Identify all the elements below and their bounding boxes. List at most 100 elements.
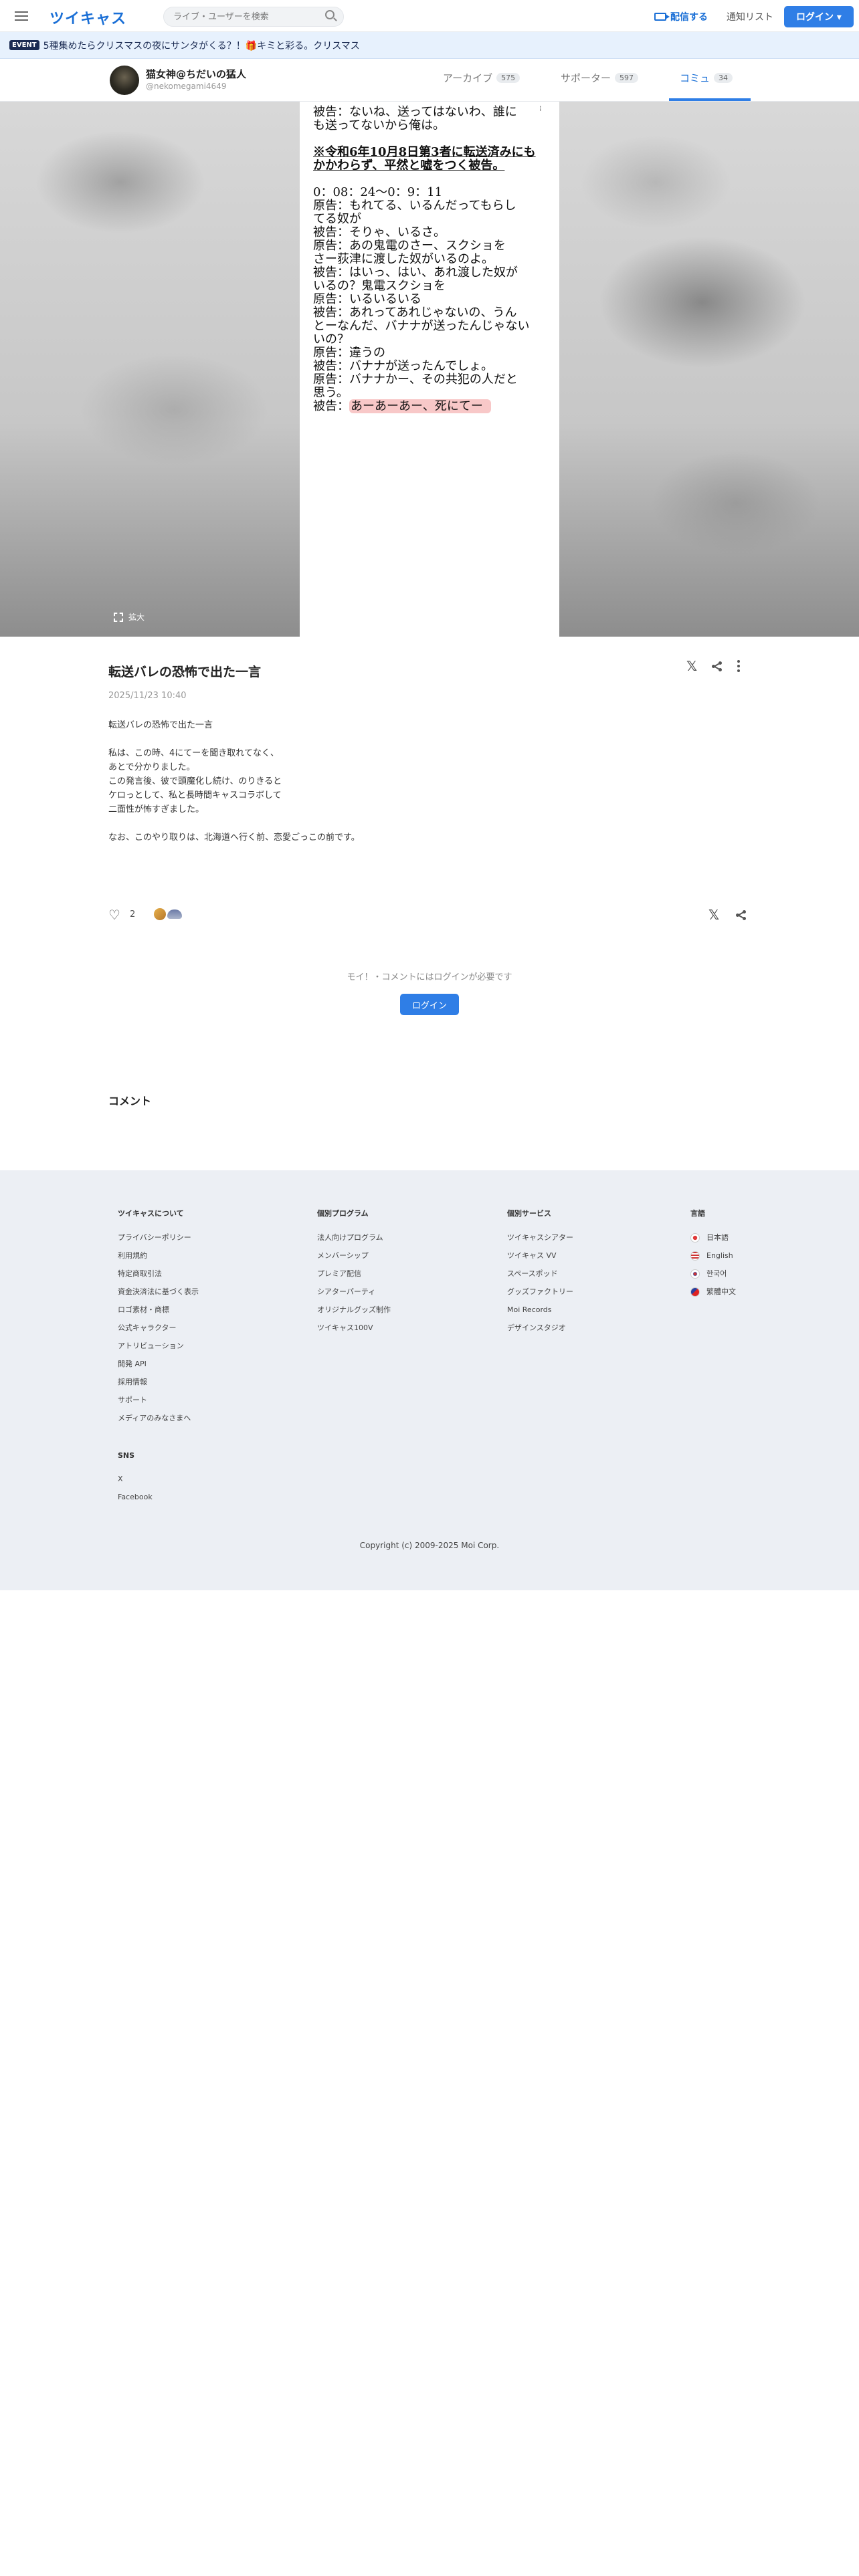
footer-sns-title: SNS bbox=[118, 1451, 135, 1460]
share-icon[interactable] bbox=[712, 661, 723, 671]
search-input[interactable] bbox=[163, 7, 344, 27]
transcript-line: 被告：バナナが送ったんでしょ。 bbox=[313, 359, 494, 373]
image-corner-mark: ⁞ bbox=[539, 104, 542, 113]
footer-link[interactable]: 開発 API bbox=[118, 1360, 199, 1369]
footer-link[interactable]: ツイキャス100V bbox=[317, 1323, 391, 1333]
transcript-line: 原告：バナナかー、その共犯の人だと bbox=[313, 372, 518, 387]
transcript-line: 原告：違うの bbox=[313, 346, 385, 360]
camera-icon bbox=[654, 13, 670, 21]
tab-community[interactable]: コミュ 34 bbox=[680, 71, 733, 85]
post-paragraph: なお、このやり取りは、北海道へ行く前、恋愛ごっこの前です。 bbox=[108, 831, 510, 845]
language-option-ja[interactable]: 日本語 bbox=[690, 1233, 736, 1243]
footer-column-title: 言語 bbox=[690, 1209, 705, 1218]
transcript-line: 被告：あれってあれじゃないの、うん bbox=[313, 306, 517, 320]
us-flag-icon bbox=[690, 1251, 700, 1261]
menu-icon[interactable] bbox=[13, 8, 29, 24]
expand-button[interactable]: 拡大 bbox=[114, 611, 145, 623]
tab-label: コミュ bbox=[680, 72, 710, 84]
user-id: @nekomegami4649 bbox=[146, 82, 227, 91]
notify-list-link[interactable]: 通知リスト bbox=[727, 10, 773, 23]
language-option-en[interactable]: English bbox=[690, 1251, 736, 1261]
footer-link[interactable]: 資金決済法に基づく表示 bbox=[118, 1287, 199, 1297]
footer-column-title: ツイキャスについて bbox=[118, 1209, 184, 1218]
heart-icon[interactable]: ♡ bbox=[108, 908, 120, 922]
footer-link[interactable]: 利用規約 bbox=[118, 1251, 199, 1261]
footer-sns-x[interactable]: X bbox=[118, 1475, 199, 1484]
post-line: ケロっとして、私と長時間キャスコラボして bbox=[108, 790, 282, 800]
footer-link[interactable]: 公式キャラクター bbox=[118, 1323, 199, 1333]
footer-link[interactable]: Moi Records bbox=[507, 1305, 573, 1315]
comments-heading: コメント bbox=[108, 1095, 152, 1107]
transcript-line: 被告：ないね、送ってはないわ、誰に bbox=[313, 105, 517, 119]
tab-label: サポーター bbox=[561, 72, 611, 84]
footer-link[interactable]: シアターパーティ bbox=[317, 1287, 391, 1297]
post-line: 転送バレの恐怖で出た一言 bbox=[108, 720, 213, 730]
transcript-line: 被告：そりゃ、いるさ。 bbox=[313, 225, 446, 239]
broadcast-link[interactable]: 配信する bbox=[654, 10, 708, 23]
login-dropdown-button[interactable]: ログイン ▾ bbox=[784, 6, 854, 27]
footer-link[interactable]: メディアのみなさまへ bbox=[118, 1414, 199, 1423]
post-line: なお、このやり取りは、北海道へ行く前、恋愛ごっこの前です。 bbox=[108, 833, 360, 843]
transcript-speaker: 被告： bbox=[313, 399, 349, 413]
footer-link[interactable]: アトリビューション bbox=[118, 1341, 199, 1351]
post-title: 転送バレの恐怖で出た一言 bbox=[108, 665, 262, 679]
transcript-line: 被告：はいっ、はい、あれ渡した奴が bbox=[313, 265, 518, 280]
x-share-icon[interactable]: 𝕏 bbox=[708, 907, 719, 923]
footer-link[interactable]: ツイキャス VV bbox=[507, 1251, 573, 1261]
language-label: 日本語 bbox=[706, 1233, 729, 1242]
search-icon[interactable] bbox=[325, 10, 335, 19]
language-option-ko[interactable]: 한국어 bbox=[690, 1269, 736, 1279]
transcript-line: さー荻津に渡した奴がいるのよ。 bbox=[313, 252, 494, 266]
footer-column-title: 個別サービス bbox=[507, 1209, 551, 1218]
transcript-image: 被告：ないね、送ってはないわ、誰に も送ってないから俺は。 ※令和6年10月8日… bbox=[300, 102, 559, 637]
footer-link[interactable]: デザインスタジオ bbox=[507, 1323, 573, 1333]
like-count: 2 bbox=[130, 909, 136, 920]
share-icon[interactable] bbox=[736, 909, 747, 920]
footer-link[interactable]: サポート bbox=[118, 1396, 199, 1405]
event-banner[interactable]: EVENT 5種集めたらクリスマスの夜にサンタがくる？！🎁キミと彩る。クリスマス bbox=[0, 32, 859, 59]
footer-link[interactable]: 採用情報 bbox=[118, 1378, 199, 1387]
footer-column-programs: 個別プログラム 法人向けプログラム メンバーシップ プレミア配信 シアターパーテ… bbox=[317, 1208, 391, 1341]
liker-avatar[interactable] bbox=[167, 909, 182, 919]
language-option-zh[interactable]: 繁體中文 bbox=[690, 1287, 736, 1297]
logo[interactable]: ツイキャス bbox=[50, 7, 126, 28]
transcript-note: ※令和6年10月8日第3者に転送済みにも bbox=[313, 145, 536, 159]
comment-login-button[interactable]: ログイン bbox=[400, 994, 459, 1015]
more-options-icon[interactable] bbox=[737, 660, 741, 672]
japan-flag-icon bbox=[690, 1233, 700, 1243]
post-line: あとで分かりました。 bbox=[108, 762, 195, 772]
liker-avatar[interactable] bbox=[154, 908, 166, 920]
footer-link[interactable]: メンバーシップ bbox=[317, 1251, 391, 1261]
footer-link[interactable]: スペースポッド bbox=[507, 1269, 573, 1279]
footer-column-title: 個別プログラム bbox=[317, 1209, 369, 1218]
footer-link[interactable]: プレミア配信 bbox=[317, 1269, 391, 1279]
transcript-line: 0：08：24〜0：9：11 bbox=[313, 185, 443, 199]
x-share-icon[interactable]: 𝕏 bbox=[686, 658, 697, 674]
post-image[interactable]: 被告：ないね、送ってはないわ、誰に も送ってないから俺は。 ※令和6年10月8日… bbox=[0, 102, 859, 637]
top-header: ツイキャス 配信する 通知リスト ログイン ▾ bbox=[0, 0, 859, 32]
transcript-line: 思う。 bbox=[313, 386, 349, 400]
profile-bar: 猫女神@ちだいの猛人 @nekomegami4649 アーカイブ 575 サポー… bbox=[0, 59, 859, 102]
footer-column-about: ツイキャスについて プライバシーポリシー 利用規約 特定商取引法 資金決済法に基… bbox=[118, 1208, 199, 1511]
post-line: 二面性が怖すぎました。 bbox=[108, 804, 205, 815]
footer-link[interactable]: オリジナルグッズ制作 bbox=[317, 1305, 391, 1315]
footer-link[interactable]: 法人向けプログラム bbox=[317, 1233, 391, 1243]
avatar[interactable] bbox=[110, 66, 139, 95]
footer-link[interactable]: プライバシーポリシー bbox=[118, 1233, 199, 1243]
tab-supporter[interactable]: サポーター 597 bbox=[561, 71, 639, 85]
footer-link[interactable]: ツイキャスシアター bbox=[507, 1233, 573, 1243]
tab-archive[interactable]: アーカイブ 575 bbox=[443, 71, 520, 85]
expand-icon bbox=[114, 612, 123, 622]
event-text: 5種集めたらクリスマスの夜にサンタがくる？！🎁キミと彩る。クリスマス bbox=[43, 40, 360, 51]
post-line: 私は、この時、4にてーを聞き取れてなく、 bbox=[108, 748, 279, 758]
footer: ツイキャスについて プライバシーポリシー 利用規約 特定商取引法 資金決済法に基… bbox=[0, 1170, 859, 1590]
footer-link[interactable]: グッズファクトリー bbox=[507, 1287, 573, 1297]
tab-label: アーカイブ bbox=[443, 72, 493, 84]
footer-link[interactable]: ロゴ素材・商標 bbox=[118, 1305, 199, 1315]
footer-sns-facebook[interactable]: Facebook bbox=[118, 1493, 199, 1502]
footer-link[interactable]: 特定商取引法 bbox=[118, 1269, 199, 1279]
user-name[interactable]: 猫女神@ちだいの猛人 bbox=[146, 67, 246, 81]
post-line: この発言後、彼で頭魔化し続け、のりきると bbox=[108, 776, 282, 786]
comment-login-note: モイ！・コメントにはログインが必要です bbox=[347, 972, 512, 982]
active-tab-indicator bbox=[669, 98, 751, 101]
